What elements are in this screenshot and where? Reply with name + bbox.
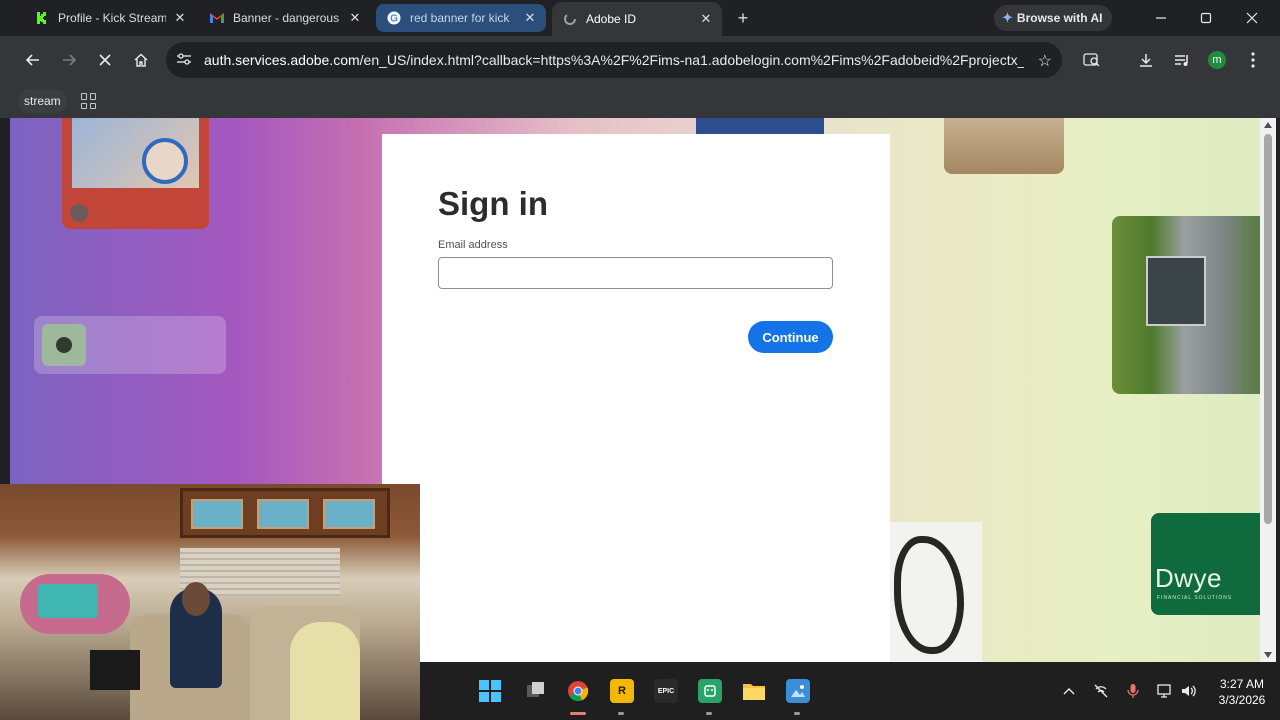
android-app-icon[interactable] [698, 679, 722, 703]
volume-icon[interactable] [1180, 682, 1198, 700]
browse-with-ai-button[interactable]: ✦ Browse with AI [994, 5, 1113, 31]
close-icon [99, 54, 111, 66]
display-network-icon[interactable] [1156, 682, 1174, 700]
chrome-icon[interactable] [566, 679, 590, 703]
email-label: Email address [438, 239, 508, 251]
app-indicator [794, 712, 800, 715]
scroll-up-icon[interactable] [1264, 122, 1272, 128]
app-indicator [618, 712, 624, 715]
decorative-card-house [1112, 216, 1260, 394]
webcam-overlay [0, 484, 420, 720]
bookmarks-bar: stream [0, 84, 1280, 118]
browse-ai-label: Browse with AI [1016, 11, 1103, 25]
windows-taskbar: R EPIC 3:27 AM 3/3/2026 [420, 662, 1280, 720]
epic-games-icon[interactable]: EPIC [654, 679, 678, 703]
rockstar-icon[interactable]: R [610, 679, 634, 703]
url-host: auth.services.adobe.com [204, 52, 360, 68]
start-icon[interactable] [478, 679, 502, 703]
play-icon [56, 337, 72, 353]
tab-title: Adobe ID [586, 12, 637, 26]
page-scrollbar[interactable] [1260, 118, 1276, 662]
close-icon[interactable]: ✕ [172, 10, 188, 26]
kick-icon [34, 10, 50, 26]
tab-title: Profile - Kick Stream [58, 11, 166, 25]
tab-adobe-id[interactable]: Adobe ID ✕ [552, 2, 722, 36]
clock-time: 3:27 AM [1219, 677, 1265, 691]
close-icon[interactable]: ✕ [522, 10, 538, 26]
email-field[interactable] [438, 257, 833, 289]
media-queue-icon[interactable] [1170, 48, 1194, 72]
decorative-card-ink [890, 522, 982, 662]
arrow-right-icon [63, 54, 77, 66]
sign-in-heading: Sign in [438, 185, 548, 222]
close-icon[interactable]: ✕ [698, 11, 714, 27]
home-icon [134, 53, 148, 67]
bookmark-stream[interactable]: stream [18, 89, 67, 113]
svg-text:G: G [390, 14, 398, 25]
microphone-icon[interactable] [1124, 682, 1142, 700]
active-app-indicator [570, 712, 586, 715]
url-text[interactable]: auth.services.adobe.com/en_US/index.html… [204, 52, 1024, 68]
minimize-button[interactable] [1151, 8, 1171, 28]
close-window-button[interactable] [1242, 8, 1262, 28]
url-path: /en_US/index.html?callback=https%3A%2F%2… [359, 52, 1024, 68]
close-icon[interactable]: ✕ [347, 10, 363, 26]
task-view-icon[interactable] [524, 679, 548, 703]
tab-title: red banner for kick [410, 11, 510, 25]
clock-date: 3/3/2026 [1218, 693, 1266, 707]
decorative-card-sand [944, 118, 1064, 174]
site-settings-icon[interactable] [176, 52, 192, 69]
maximize-button[interactable] [1196, 8, 1216, 28]
new-tab-button[interactable]: + [733, 8, 753, 28]
chevron-up-icon[interactable] [1060, 682, 1078, 700]
tab-title: Banner - dangerous [233, 11, 340, 25]
decorative-card-glass [34, 316, 226, 374]
browser-toolbar: auth.services.adobe.com/en_US/index.html… [0, 36, 1280, 84]
tab-strip: Profile - Kick Stream ✕ Banner - dangero… [0, 0, 1280, 36]
tab-kick-profile[interactable]: Profile - Kick Stream ✕ [24, 4, 196, 32]
decorative-block-blue [696, 118, 824, 134]
continue-button[interactable]: Continue [748, 321, 833, 353]
dwyer-logo-text: Dwye [1155, 563, 1223, 593]
avatar-ring-icon [142, 138, 188, 184]
scrollbar-thumb[interactable] [1264, 134, 1272, 524]
tab-gmail-banner[interactable]: Banner - dangerous ✕ [199, 4, 371, 32]
google-icon: G [386, 10, 402, 26]
sparkle-icon: ✦ [1002, 10, 1013, 25]
back-button[interactable] [21, 48, 45, 72]
arrow-left-icon [25, 54, 39, 66]
network-off-icon[interactable] [1092, 682, 1110, 700]
decorative-card-red [62, 118, 209, 229]
bookmark-star-icon[interactable]: ☆ [1038, 51, 1052, 71]
app-indicator [706, 712, 712, 715]
kebab-menu-icon[interactable] [1241, 48, 1265, 72]
profile-avatar[interactable]: m [1208, 51, 1226, 69]
home-button[interactable] [129, 48, 153, 72]
system-clock[interactable]: 3:27 AM 3/3/2026 [1212, 676, 1272, 708]
play-icon [70, 204, 88, 222]
file-explorer-icon[interactable] [742, 679, 766, 703]
address-bar[interactable]: auth.services.adobe.com/en_US/index.html… [166, 42, 1062, 78]
gmail-icon [209, 10, 225, 26]
scroll-down-icon[interactable] [1264, 652, 1272, 658]
dwyer-logo-subtext: FINANCIAL SOLUTIONS [1157, 595, 1233, 601]
decorative-card-dwyer-logo: Dwye FINANCIAL SOLUTIONS [1151, 513, 1260, 615]
tab-google-search[interactable]: G red banner for kick ✕ [376, 4, 546, 32]
lens-search-icon[interactable] [1080, 48, 1104, 72]
photos-icon[interactable] [786, 679, 810, 703]
sign-in-dialog: Sign in Email address Continue [382, 134, 890, 662]
loading-icon [562, 11, 578, 27]
stop-loading-button[interactable] [93, 48, 117, 72]
forward-button[interactable] [57, 48, 81, 72]
apps-grid-icon[interactable] [81, 93, 97, 109]
download-icon[interactable] [1134, 48, 1158, 72]
